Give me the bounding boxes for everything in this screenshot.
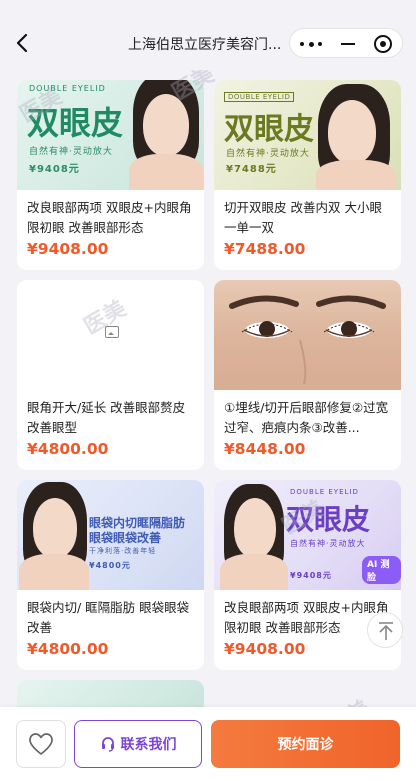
poster-tag: DOUBLE EYELID bbox=[290, 488, 359, 496]
product-card[interactable]: DOUBLE EYELID 双眼皮 自然有神·灵动放大 ¥9408元 改良眼部两… bbox=[17, 80, 204, 270]
product-title: 眼袋内切/ 眶隔脂肪 眼袋眼袋改善 bbox=[27, 600, 190, 635]
poster-tag: DOUBLE EYELID bbox=[29, 84, 106, 93]
product-poster: DOUBLE EYELID 双眼皮 自然有神·灵动放大 ¥9408元 AI 测脸 bbox=[214, 480, 401, 590]
poster-tag: DOUBLE EYELID bbox=[224, 92, 295, 102]
bottom-action-bar: 联系我们 预约面诊 bbox=[0, 707, 416, 781]
model-shoulder bbox=[129, 154, 203, 190]
poster-headline: 双眼皮 bbox=[286, 503, 371, 536]
product-price: ¥4800.00 bbox=[27, 440, 109, 458]
book-consultation-label: 预约面诊 bbox=[277, 737, 334, 753]
poster-price: ¥7488元 bbox=[226, 164, 277, 175]
product-card[interactable]: 眼袋内切眶隔脂肪 眼袋眼袋改善 干净利落·改善年轻 ¥4800元 眼袋内切/ 眶… bbox=[17, 480, 204, 670]
model-face bbox=[33, 498, 77, 558]
poster-subtitle: 自然有神·灵动放大 bbox=[226, 149, 310, 159]
model-shoulder bbox=[316, 160, 396, 190]
product-price: ¥7488.00 bbox=[224, 240, 306, 258]
model-face bbox=[143, 94, 189, 156]
nav-header: 上海伯思立医疗美容门... bbox=[0, 0, 416, 70]
page-title: 上海伯思立医疗美容门... bbox=[128, 37, 282, 53]
poster-headline-2: 眼袋眼袋改善 bbox=[89, 531, 162, 545]
product-card[interactable]: ①埋线/切开后眼部修复②过宽过窄、疤痕内条③改善... ¥8448.00 bbox=[214, 280, 401, 470]
image-placeholder-icon bbox=[105, 326, 119, 338]
poster-headline: 双眼皮 bbox=[27, 104, 124, 142]
headset-icon bbox=[101, 737, 114, 752]
product-poster: 眼袋内切眶隔脂肪 眼袋眼袋改善 干净利落·改善年轻 ¥4800元 bbox=[17, 480, 204, 590]
contact-us-label: 联系我们 bbox=[120, 737, 177, 753]
product-price: ¥9408.00 bbox=[224, 640, 306, 658]
product-title: ①埋线/切开后眼部修复②过宽过窄、疤痕内条③改善... bbox=[224, 400, 389, 435]
product-poster bbox=[214, 280, 401, 390]
model-face bbox=[234, 498, 276, 558]
poster-subtitle: 自然有神·灵动放大 bbox=[29, 147, 113, 157]
ai-face-badge: AI 测脸 bbox=[362, 556, 401, 584]
product-poster: DOUBLE EYELID 双眼皮 自然有神·灵动放大 ¥7488元 bbox=[214, 80, 401, 190]
poster-price: ¥9408元 bbox=[29, 164, 80, 175]
poster-price: ¥4800元 bbox=[89, 561, 131, 570]
product-title: 切开双眼皮 改善内双 大小眼一单一双 bbox=[224, 200, 382, 235]
poster-subtitle: 自然有神·灵动放大 bbox=[290, 539, 366, 548]
mini-program-capsule bbox=[289, 28, 403, 58]
product-poster: DOUBLE EYELID 双眼皮 自然有神·灵动放大 ¥9408元 bbox=[17, 80, 204, 190]
product-price: ¥4800.00 bbox=[27, 640, 109, 658]
book-consultation-button[interactable]: 预约面诊 bbox=[211, 720, 400, 768]
minus-icon[interactable] bbox=[341, 43, 355, 45]
product-price: ¥9408.00 bbox=[27, 240, 109, 258]
contact-us-button[interactable]: 联系我们 bbox=[74, 720, 202, 768]
poster-subtitle: 干净利落·改善年轻 bbox=[89, 547, 157, 555]
product-card[interactable]: DOUBLE EYELID 双眼皮 自然有神·灵动放大 ¥7488元 切开双眼皮… bbox=[214, 80, 401, 270]
product-title: 眼角开大/延长 改善眼部赘皮 改善眼型 bbox=[27, 400, 186, 435]
model-shoulder bbox=[220, 554, 288, 590]
product-card[interactable]: 眼角开大/延长 改善眼部赘皮 改善眼型 ¥4800.00 bbox=[17, 280, 204, 470]
scroll-to-top-button[interactable] bbox=[367, 612, 403, 648]
model-face bbox=[328, 100, 376, 164]
eyes-closeup-illustration bbox=[229, 295, 386, 385]
product-poster bbox=[17, 280, 204, 390]
arrow-up-icon bbox=[379, 622, 393, 640]
more-dots-icon[interactable] bbox=[300, 41, 322, 47]
poster-price: ¥9408元 bbox=[290, 571, 332, 580]
product-price: ¥8448.00 bbox=[224, 440, 306, 458]
product-title: 改良眼部两项 双眼皮+内眼角限初眼 改善眼部形态 bbox=[27, 200, 192, 235]
model-shoulder bbox=[19, 554, 89, 590]
favorite-button[interactable] bbox=[16, 720, 66, 768]
target-circle-icon[interactable] bbox=[374, 35, 392, 53]
chevron-left-icon[interactable] bbox=[10, 30, 36, 56]
heart-icon bbox=[29, 733, 53, 755]
poster-headline: 双眼皮 bbox=[224, 112, 314, 147]
